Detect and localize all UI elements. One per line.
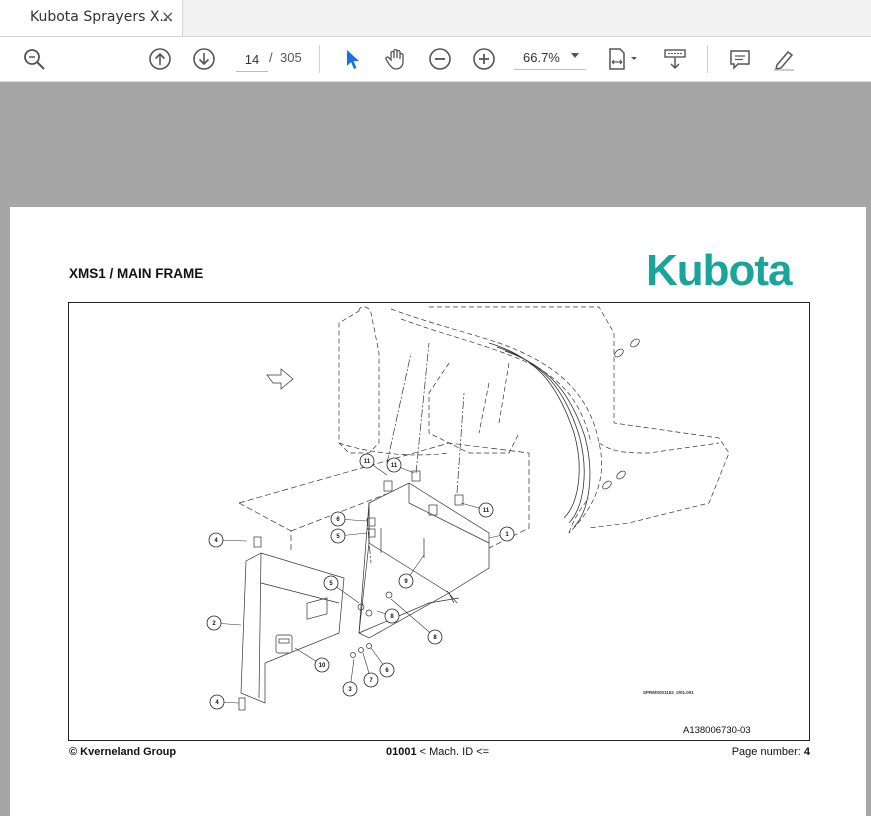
parts-diagram: 11 11 11 6 5 1 4 9 5 2 8 8 10 3 7 6 4 — [68, 302, 810, 741]
drawing-small-reference: SPRMS001162_0/01.001 — [643, 690, 694, 695]
page-total: 305 — [280, 50, 302, 65]
toolbar: / 305 66.7% — [0, 37, 871, 82]
callout-number: 10 — [319, 663, 326, 669]
pen-sign-icon[interactable] — [771, 46, 797, 72]
comment-icon[interactable] — [727, 46, 753, 72]
tab-bar: Kubota Sprayers X... × — [0, 0, 871, 37]
footer-page-label: Page number: — [731, 746, 804, 758]
chevron-down-icon — [571, 53, 579, 58]
toolbar-divider — [319, 45, 320, 73]
footer-page-value: 4 — [803, 746, 810, 758]
footer-machine-text: < Mach. ID <= — [416, 746, 490, 758]
page-number-input[interactable] — [236, 47, 268, 72]
footer-machine-id: 01001 < Mach. ID <= — [386, 746, 489, 758]
select-cursor-icon[interactable] — [339, 46, 365, 72]
callout-number: 11 — [483, 508, 490, 514]
scroll-mode-icon[interactable] — [662, 46, 688, 72]
footer-copyright: © Kverneland Group — [69, 746, 177, 758]
pdf-page: XMS1 / MAIN FRAME Kubota 11 11 11 6 5 1 … — [10, 207, 866, 816]
footer-page-number: Page number: 4 — [732, 746, 810, 758]
zoom-value: 66.7% — [523, 50, 560, 65]
close-tab-icon[interactable]: × — [161, 9, 174, 25]
drawing-code: A138006730-03 — [683, 725, 751, 736]
zoom-search-icon[interactable] — [21, 46, 47, 72]
kubota-logo: Kubota — [646, 246, 814, 295]
toolbar-divider — [707, 45, 708, 73]
page-separator: / — [269, 50, 273, 65]
footer-machine-code: 01001 — [386, 746, 417, 758]
callout-number: 11 — [391, 463, 398, 469]
exploded-drawing: 11111165 1495288103764 — [206, 306, 730, 711]
page-title: XMS1 / MAIN FRAME — [69, 266, 204, 281]
document-tab[interactable]: Kubota Sprayers X... × — [0, 0, 183, 36]
page-down-icon[interactable] — [191, 46, 217, 72]
logo-text: Kubota — [646, 249, 793, 289]
callout-number: 11 — [364, 459, 371, 465]
tab-title: Kubota Sprayers X... — [30, 9, 173, 25]
zoom-out-icon[interactable] — [427, 46, 453, 72]
zoom-in-icon[interactable] — [471, 46, 497, 72]
page-up-icon[interactable] — [147, 46, 173, 72]
zoom-dropdown[interactable]: 66.7% — [514, 47, 586, 70]
fit-page-icon[interactable] — [606, 46, 642, 72]
hand-pan-icon[interactable] — [383, 46, 409, 72]
